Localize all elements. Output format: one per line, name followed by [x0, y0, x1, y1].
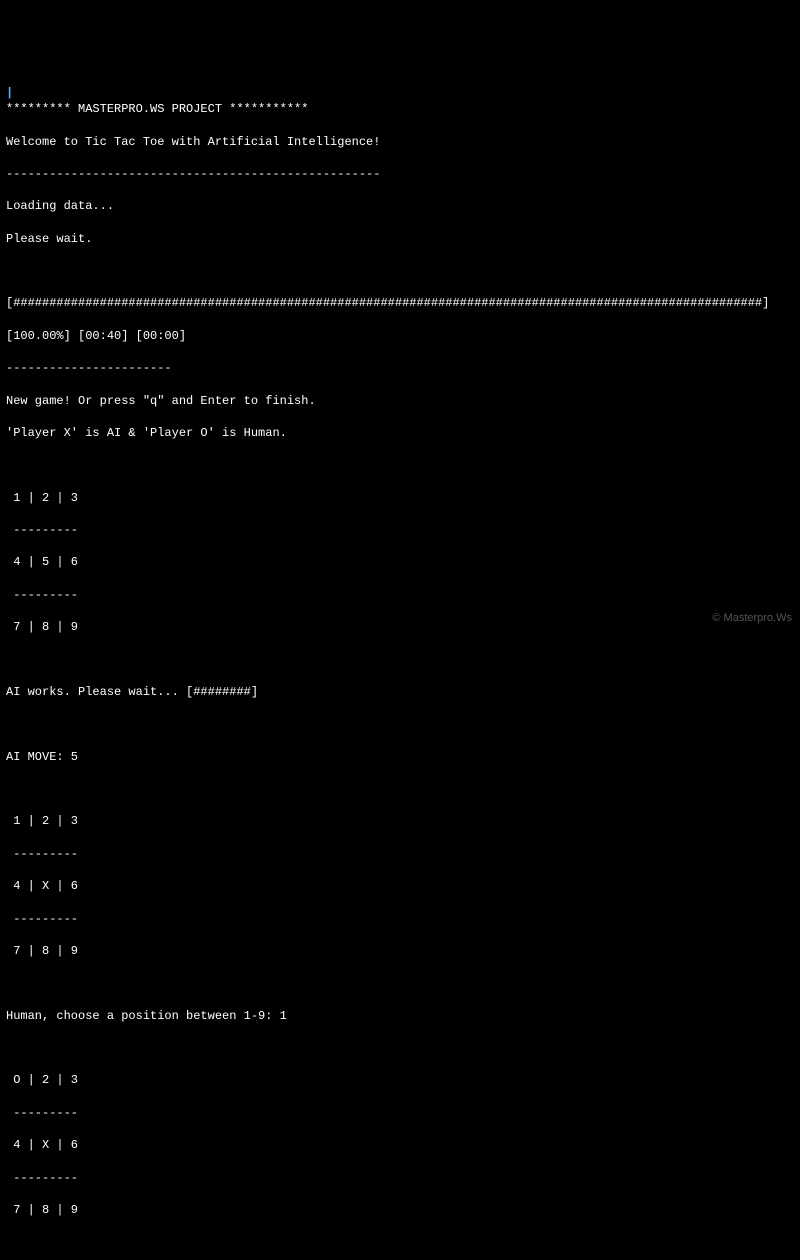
- ai-working-line: AI works. Please wait... [########]: [6, 684, 794, 700]
- loading-line: Loading data...: [6, 198, 794, 214]
- board3-row2: 4 | X | 6: [6, 1137, 794, 1153]
- board1-div2: ---------: [6, 587, 794, 603]
- new-game-line: New game! Or press "q" and Enter to fini…: [6, 393, 794, 409]
- board2-row1: 1 | 2 | 3: [6, 813, 794, 829]
- blank-line: [6, 975, 794, 991]
- board3-div1: ---------: [6, 1105, 794, 1121]
- watermark: © Masterpro.Ws: [712, 611, 792, 626]
- board3-row3: 7 | 8 | 9: [6, 1202, 794, 1218]
- welcome-line: Welcome to Tic Tac Toe with Artificial I…: [6, 134, 794, 150]
- board2-div1: ---------: [6, 846, 794, 862]
- blank-line: [6, 457, 794, 473]
- board1-div1: ---------: [6, 522, 794, 538]
- board3-div2: ---------: [6, 1170, 794, 1186]
- human-prompt-line: Human, choose a position between 1-9: 1: [6, 1008, 794, 1024]
- blank-line: [6, 716, 794, 732]
- cursor-caret: |: [6, 86, 13, 100]
- title-line: ********* MASTERPRO.WS PROJECT *********…: [6, 101, 794, 117]
- divider-short: -----------------------: [6, 360, 794, 376]
- board3-row1: O | 2 | 3: [6, 1072, 794, 1088]
- board1-row1: 1 | 2 | 3: [6, 490, 794, 506]
- divider: ----------------------------------------…: [6, 166, 794, 182]
- please-wait-line: Please wait.: [6, 231, 794, 247]
- board2-div2: ---------: [6, 911, 794, 927]
- board1-row2: 4 | 5 | 6: [6, 554, 794, 570]
- blank-line: [6, 263, 794, 279]
- blank-line: [6, 1040, 794, 1056]
- ai-move-line: AI MOVE: 5: [6, 749, 794, 765]
- board2-row2: 4 | X | 6: [6, 878, 794, 894]
- board2-row3: 7 | 8 | 9: [6, 943, 794, 959]
- blank-line: [6, 781, 794, 797]
- blank-line: [6, 1234, 794, 1250]
- terminal-output[interactable]: |********* MASTERPRO.WS PROJECT ********…: [6, 69, 794, 1260]
- board1-row3: 7 | 8 | 9: [6, 619, 794, 635]
- players-line: 'Player X' is AI & 'Player O' is Human.: [6, 425, 794, 441]
- progress-bar: [#######################################…: [6, 295, 794, 311]
- blank-line: [6, 652, 794, 668]
- progress-stats: [100.00%] [00:40] [00:00]: [6, 328, 794, 344]
